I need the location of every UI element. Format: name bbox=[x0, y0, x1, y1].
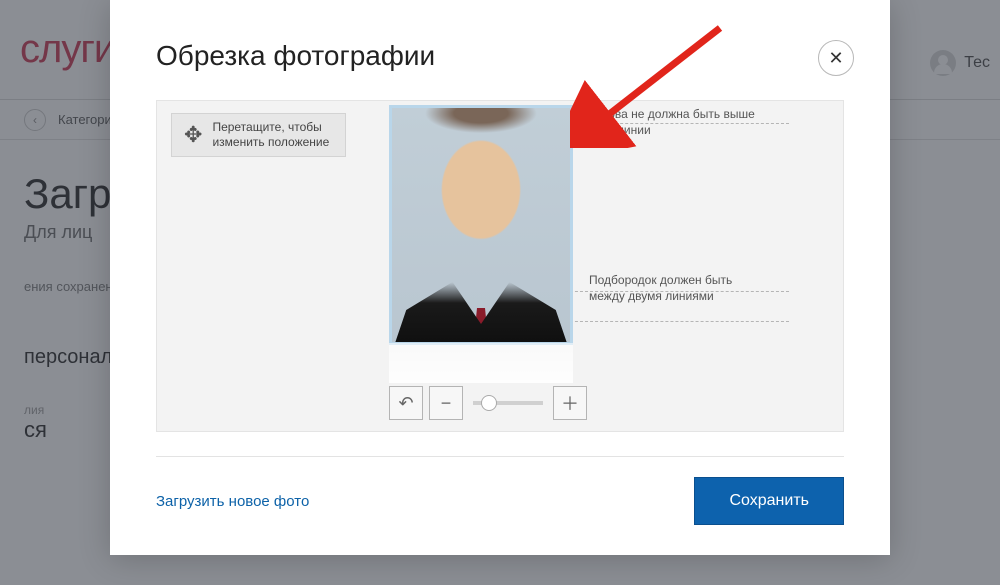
modal-divider bbox=[156, 456, 844, 457]
upload-new-photo-link[interactable]: Загрузить новое фото bbox=[156, 493, 309, 510]
zoom-in-button[interactable]: ＋ bbox=[553, 386, 587, 420]
drag-hint-text: Перетащите, чтобы изменить положение bbox=[212, 120, 333, 150]
crop-photo-modal: Обрезка фотографии ✕ ✥ Перетащите, чтобы… bbox=[110, 0, 890, 555]
photo-crop-frame[interactable] bbox=[389, 105, 573, 345]
minus-icon: − bbox=[441, 393, 452, 414]
guide-text-chin: Подбородок должен быть между двумя линия… bbox=[589, 273, 769, 304]
zoom-slider[interactable] bbox=[473, 401, 543, 405]
crop-area: ✥ Перетащите, чтобы изменить положение Г… bbox=[156, 100, 844, 432]
close-button[interactable]: ✕ bbox=[818, 40, 854, 76]
photo-lower-fade bbox=[389, 343, 573, 383]
rotate-button[interactable]: ↶ bbox=[389, 386, 423, 420]
zoom-slider-thumb[interactable] bbox=[481, 395, 497, 411]
close-icon: ✕ bbox=[828, 48, 843, 69]
zoom-out-button[interactable]: − bbox=[429, 386, 463, 420]
drag-hint-box: ✥ Перетащите, чтобы изменить положение bbox=[171, 113, 346, 157]
rotate-icon: ↶ bbox=[398, 393, 413, 414]
plus-icon: ＋ bbox=[561, 390, 579, 416]
guide-text-top: Голова не должна быть выше этой линии bbox=[589, 107, 769, 138]
save-button[interactable]: Сохранить bbox=[694, 477, 844, 525]
modal-title: Обрезка фотографии bbox=[156, 40, 844, 72]
move-icon: ✥ bbox=[184, 124, 202, 146]
